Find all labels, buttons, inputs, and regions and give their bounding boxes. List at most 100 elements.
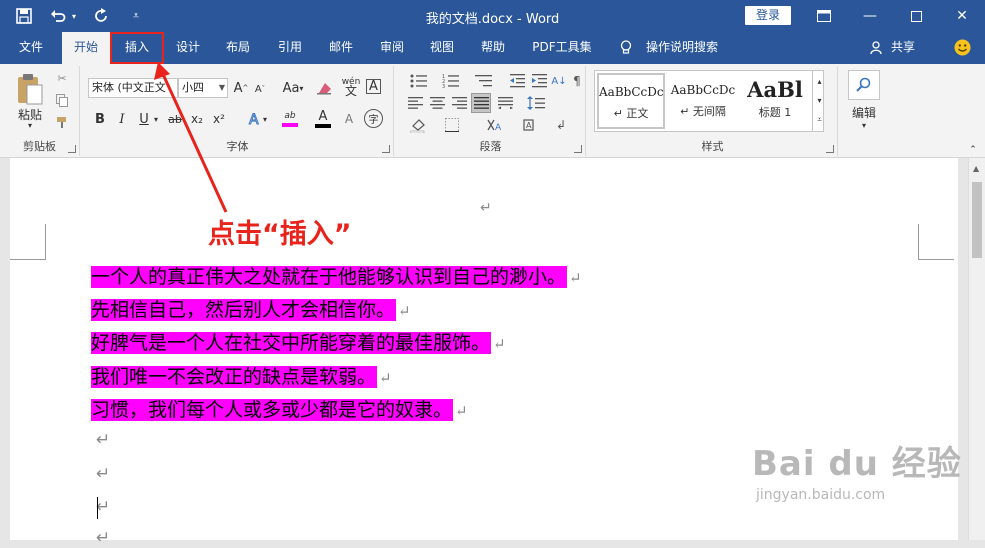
font-size-combo[interactable]: 小四 ▼ [178,78,228,98]
style-heading-sample: AaBl [747,77,803,102]
change-case-button[interactable]: Aa ▾ [278,79,308,97]
tab-review[interactable]: 审阅 [370,32,414,64]
lightbulb-icon [618,32,634,64]
ribbon-display-icon[interactable] [801,0,847,32]
increase-indent-icon[interactable] [530,72,548,90]
style-no-spacing[interactable]: AaBbCcDc ↵ 无间隔 [669,73,737,129]
svg-text:A: A [495,123,502,132]
strikethrough-button[interactable]: ab [166,110,184,128]
chevron-up-icon[interactable]: ▴ [817,77,821,86]
paragraph-4[interactable]: 我们唯一不会改正的缺点是软弱。 ↵ [91,364,392,390]
editing-group: 编辑 ▾ [840,66,888,156]
numbering-icon[interactable]: 123 [438,72,464,90]
font-size-value: 小四 [182,81,204,94]
tab-home[interactable]: 开始 [62,32,110,64]
collapse-ribbon-icon[interactable]: ⌃ [966,144,980,156]
chevron-down-icon[interactable]: ▾ [858,121,870,130]
close-icon[interactable]: ✕ [939,0,985,32]
enclose-characters-button[interactable]: 字 [364,109,383,128]
clipboard-launcher-icon[interactable] [68,145,76,153]
chevron-down-icon[interactable]: ▾ [152,112,160,126]
paragraph-2[interactable]: 先相信自己，然后别人才会相信你。 ↵ [91,297,411,323]
chinese-layout-icon[interactable]: A [480,116,510,134]
maximize-icon[interactable] [893,0,939,32]
subscript-button[interactable]: x₂ [188,110,206,128]
paragraph-launcher-icon[interactable] [574,145,582,153]
font-name-combo[interactable]: 宋体 (中文正文 [88,78,178,98]
tab-references[interactable]: 引用 [268,32,312,64]
superscript-button[interactable]: x² [210,110,228,128]
shrink-font-button[interactable]: Aˇ [252,81,268,97]
justify-icon[interactable] [471,93,491,113]
clear-format-icon[interactable] [314,79,334,97]
font-color-button[interactable]: A [310,108,336,130]
tab-pdf-tools[interactable]: PDF工具集 [526,32,598,64]
tab-layout[interactable]: 布局 [216,32,260,64]
line-spacing-icon[interactable] [522,94,550,112]
tab-design[interactable]: 设计 [166,32,210,64]
chevron-down-icon[interactable]: ▾ [817,96,821,105]
minimize-icon[interactable]: — [847,0,893,32]
font-group: 宋体 (中文正文 小四 ▼ A ^ Aˇ Aa ▾ wén 文 A B I U ▾ a… [82,66,394,156]
chevron-down-icon[interactable]: ▼ [219,79,225,97]
insert-tab-highlight [110,32,164,64]
scroll-up-icon[interactable]: ▲ [973,164,979,173]
distributed-icon[interactable] [496,94,514,112]
character-border-button[interactable]: A [366,79,381,94]
shading-icon[interactable] [406,116,432,134]
scroll-thumb[interactable] [972,182,982,258]
multilevel-list-icon[interactable] [470,72,498,90]
chevron-down-icon[interactable]: ▾ [24,121,36,130]
paragraph-mark: ↵ [455,402,468,420]
clipboard-group: 粘贴 ▾ ✂ 剪贴板 [0,66,80,156]
tell-me-search[interactable]: 操作说明搜索 [640,32,724,64]
tab-mailings[interactable]: 邮件 [318,32,364,64]
paragraph-5-text: 习惯，我们每个人或多或少都是它的奴隶。 [91,399,454,421]
style-heading-label: 标题 1 [758,106,792,119]
sort-direction-icon[interactable]: ↲ [552,116,570,134]
sort-icon[interactable]: A↓ [551,72,566,90]
smiley-icon[interactable] [950,32,974,64]
login-button[interactable]: 登录 [745,6,791,25]
style-no-spacing-name: ↵ 无间隔 [680,105,726,118]
font-launcher-icon[interactable] [382,145,390,153]
find-icon[interactable] [848,70,880,100]
tab-help[interactable]: 帮助 [471,32,515,64]
paragraph-mark: ↵ [379,369,392,387]
paragraph-3[interactable]: 好脾气是一个人在社交中所能穿着的最佳服饰。 ↵ [91,330,506,356]
share-button[interactable]: 共享 [888,32,918,64]
phonetic-guide-button[interactable]: wén 文 [340,77,362,98]
paste-icon[interactable] [10,70,50,110]
empty-paragraph-mark: ↵ [96,528,111,548]
paragraph-5[interactable]: 习惯，我们每个人或多或少都是它的奴隶。 ↵ [91,397,468,423]
underline-button[interactable]: U [136,110,152,128]
shading-button[interactable]: A [340,110,358,128]
bold-button[interactable]: B [92,110,108,128]
style-heading-1[interactable]: AaBl 标题 1 [741,73,809,129]
format-painter-icon[interactable] [54,114,70,130]
bullets-icon[interactable] [406,72,432,90]
grow-font-button[interactable]: A ^ [232,79,250,97]
paragraph-1[interactable]: 一个人的真正伟大之处就在于他能够认识到自己的渺小。 ↵ [91,264,582,290]
show-formatting-icon[interactable]: ¶ [570,72,584,90]
align-center-icon[interactable] [428,94,446,112]
align-left-icon[interactable] [406,94,424,112]
highlight-color-button[interactable]: ab [276,108,304,130]
vertical-scrollbar[interactable]: ▲ [968,158,985,540]
styles-scroll[interactable]: ▴ ▾ ⩡ [812,70,826,132]
more-icon[interactable]: ⩡ [817,115,822,125]
editing-button[interactable]: 编辑 [842,104,886,120]
tab-file[interactable]: 文件 [8,32,54,64]
style-normal[interactable]: AaBbCcDc ↵ 正文 [597,73,665,129]
highlight-label: ab [284,111,296,121]
copy-icon[interactable] [54,92,70,108]
cut-icon[interactable]: ✂ [54,70,70,86]
align-right-icon[interactable] [450,94,468,112]
text-effects-button[interactable]: A ▾ [244,110,270,128]
borders-icon[interactable] [438,116,466,134]
tab-view[interactable]: 视图 [420,32,464,64]
decrease-indent-icon[interactable] [508,72,526,90]
italic-button[interactable]: I [114,110,130,128]
character-spacing-icon[interactable]: A [520,116,540,134]
styles-launcher-icon[interactable] [826,145,834,153]
